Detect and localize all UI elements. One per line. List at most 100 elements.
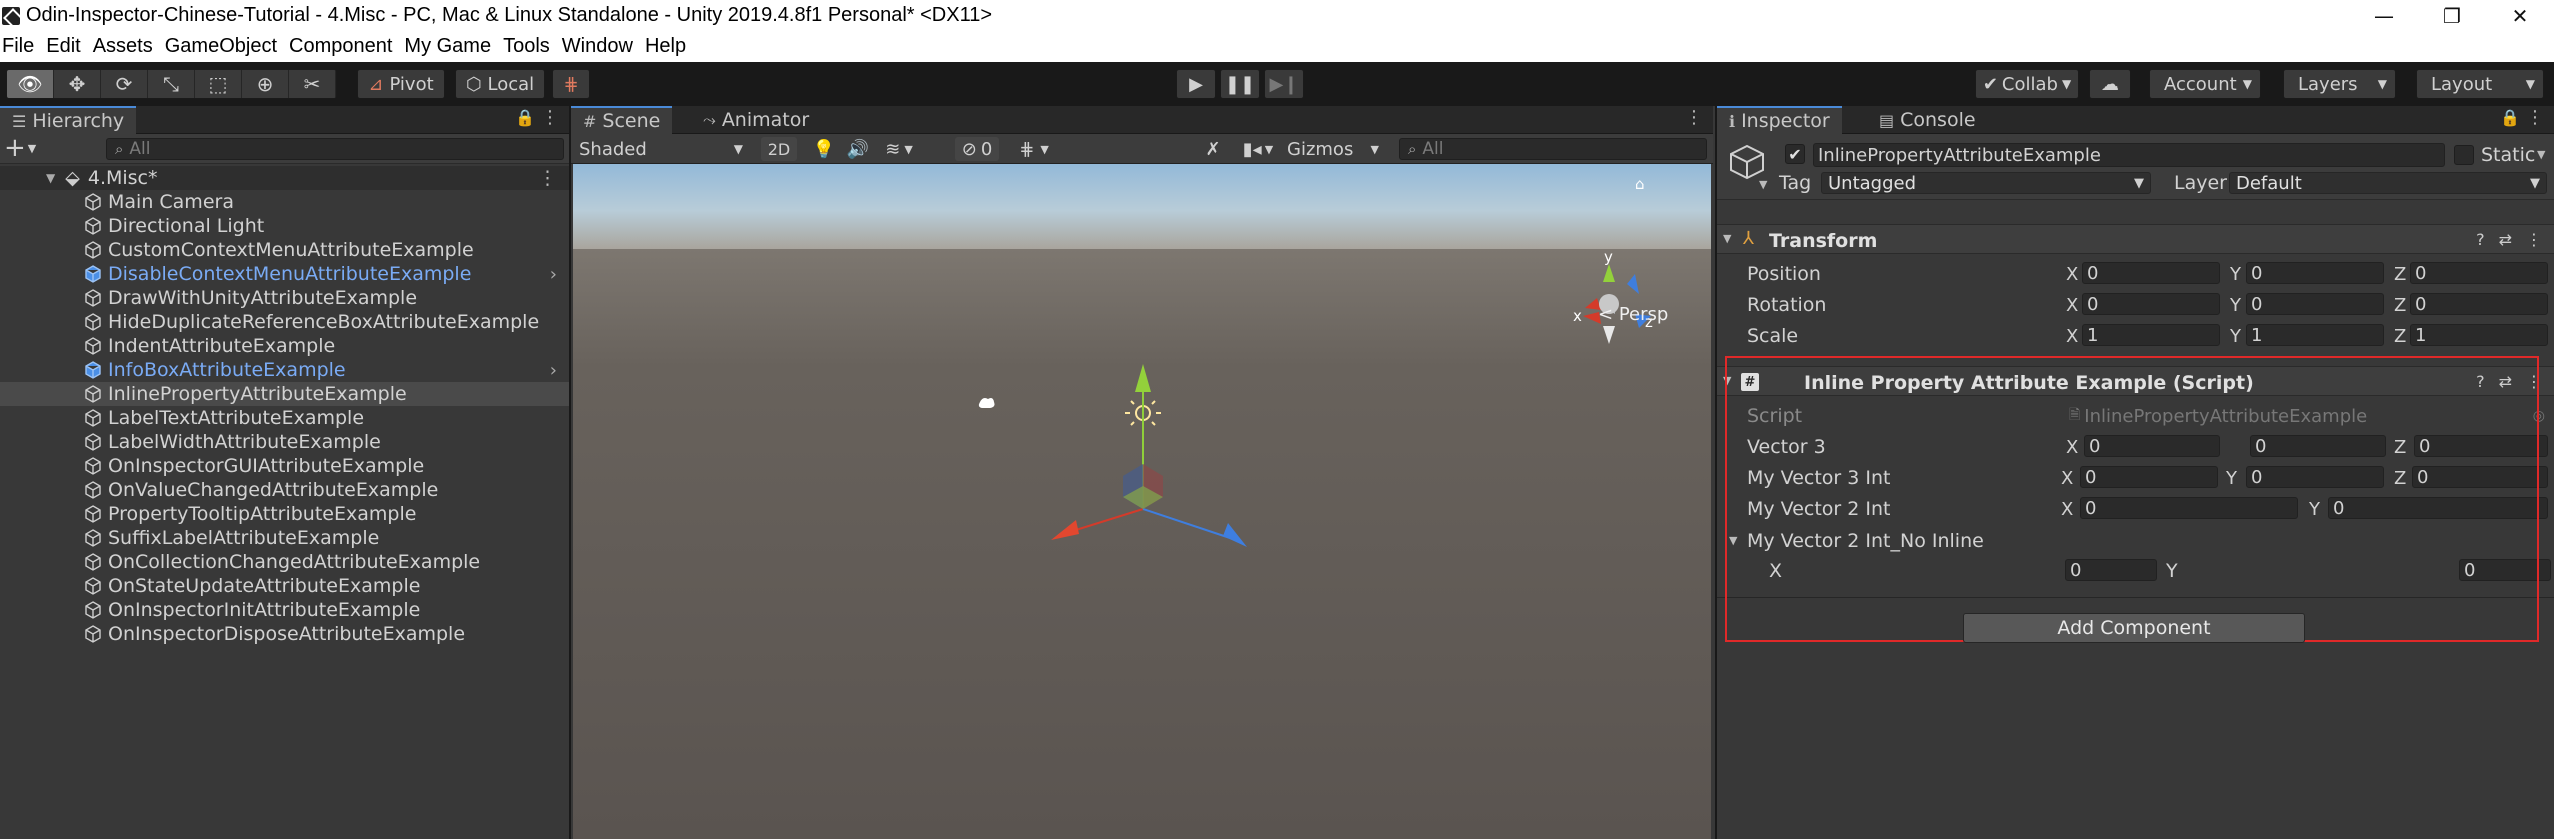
kebab-menu-icon[interactable]: ⋮: [2526, 230, 2542, 249]
hierarchy-item[interactable]: DrawWithUnityAttributeExample: [0, 286, 569, 310]
rect-tool-icon[interactable]: ⬚: [195, 70, 242, 98]
local-toggle-button[interactable]: ⬡ Local: [455, 69, 545, 99]
layers-dropdown[interactable]: Layers ▼: [2283, 69, 2396, 99]
kebab-menu-icon[interactable]: ⋮: [541, 107, 559, 128]
help-icon[interactable]: ?: [2476, 230, 2485, 249]
tab-scene[interactable]: # Scene: [571, 106, 673, 134]
hierarchy-search-input[interactable]: ⌕ All: [106, 138, 564, 160]
hierarchy-item[interactable]: OnInspectorGUIAttributeExample: [0, 454, 569, 478]
static-checkbox[interactable]: [2454, 145, 2474, 165]
rotation-label[interactable]: Rotation: [1747, 294, 1826, 316]
hierarchy-item[interactable]: InfoBoxAttributeExample ›: [0, 358, 569, 382]
lock-icon[interactable]: 🔒: [2500, 108, 2520, 127]
hierarchy-item[interactable]: LabelWidthAttributeExample: [0, 430, 569, 454]
menu-window[interactable]: Window: [556, 35, 639, 58]
close-icon[interactable]: ✕: [2486, 0, 2554, 31]
scale-x-field[interactable]: 1: [2082, 324, 2220, 346]
gameobject-cube-icon[interactable]: [1727, 142, 1767, 182]
menu-tools[interactable]: Tools: [497, 35, 556, 58]
add-button[interactable]: + ▼: [4, 133, 36, 163]
hierarchy-item[interactable]: OnCollectionChangedAttributeExample: [0, 550, 569, 574]
scene-row[interactable]: ▼ ⬙ 4.Misc* ⋮: [0, 166, 569, 190]
persp-label-button[interactable]: < Persp: [1598, 304, 1668, 325]
grid-dropdown[interactable]: ⋕ ▼: [1006, 137, 1062, 161]
hierarchy-item[interactable]: PropertyTooltipAttributeExample: [0, 502, 569, 526]
menu-my-game[interactable]: My Game: [398, 35, 497, 58]
cloud-button[interactable]: ☁: [2089, 69, 2131, 99]
scale-tool-icon[interactable]: ⤡: [148, 70, 195, 98]
hierarchy-item[interactable]: OnValueChangedAttributeExample: [0, 478, 569, 502]
add-component-button[interactable]: Add Component: [1963, 613, 2305, 643]
gameobject-name-field[interactable]: InlinePropertyAttributeExample: [1813, 143, 2445, 167]
hierarchy-item[interactable]: HideDuplicateReferenceBoxAttributeExampl…: [0, 310, 569, 334]
scene-viewport[interactable]: y x z ⌂ < Persp: [573, 164, 1711, 839]
hierarchy-item[interactable]: Directional Light: [0, 214, 569, 238]
rotation-z-field[interactable]: 0: [2410, 293, 2548, 315]
gizmos-dropdown[interactable]: Gizmos ▼: [1287, 137, 1383, 161]
collab-dropdown[interactable]: ✔ Collab ▼: [1975, 69, 2079, 99]
active-checkbox[interactable]: ✔: [1785, 144, 1805, 164]
transform-tool-icon[interactable]: ⊕: [242, 70, 289, 98]
hierarchy-item[interactable]: DisableContextMenuAttributeExample ›: [0, 262, 569, 286]
tab-inspector[interactable]: ℹ Inspector: [1717, 106, 1842, 134]
effects-dropdown[interactable]: ≋ ▼: [877, 137, 921, 161]
layout-dropdown[interactable]: Layout ▼: [2416, 69, 2544, 99]
move-tool-icon[interactable]: ✥: [54, 70, 101, 98]
tools-toggle[interactable]: ✗: [1199, 137, 1227, 161]
scale-y-field[interactable]: 1: [2246, 324, 2384, 346]
pause-button[interactable]: ❚❚: [1220, 69, 1260, 99]
play-button[interactable]: ▶: [1176, 69, 1216, 99]
step-button[interactable]: ▶❙: [1264, 69, 1304, 99]
scene-search-input[interactable]: ⌕ All: [1399, 138, 1707, 160]
chevron-down-icon[interactable]: ▼: [2537, 148, 2545, 161]
restore-icon[interactable]: ❐: [2418, 0, 2486, 31]
scale-z-field[interactable]: 1: [2410, 324, 2548, 346]
account-dropdown[interactable]: Account ▼: [2149, 69, 2261, 99]
menu-edit[interactable]: Edit: [40, 35, 86, 58]
pivot-toggle-button[interactable]: ⊿ Pivot: [357, 69, 445, 99]
kebab-menu-icon[interactable]: ⋮: [2526, 107, 2544, 128]
custom-tool-icon[interactable]: ✂: [289, 70, 336, 98]
mode-2d-toggle[interactable]: 2D: [761, 137, 797, 161]
hierarchy-item[interactable]: OnInspectorInitAttributeExample: [0, 598, 569, 622]
tag-dropdown[interactable]: Untagged ▼: [1821, 172, 2151, 194]
grid-snap-button[interactable]: ⋕: [552, 69, 590, 99]
chevron-right-icon[interactable]: ›: [550, 264, 557, 285]
chevron-down-icon[interactable]: ▼: [1759, 178, 1767, 191]
hierarchy-item[interactable]: InlinePropertyAttributeExample: [0, 382, 569, 406]
menu-assets[interactable]: Assets: [87, 35, 159, 58]
shading-mode-dropdown[interactable]: Shaded ▼: [579, 137, 749, 161]
preset-icon[interactable]: ⇄: [2499, 230, 2512, 249]
chevron-right-icon[interactable]: ›: [550, 360, 557, 381]
hierarchy-item[interactable]: CustomContextMenuAttributeExample: [0, 238, 569, 262]
position-y-field[interactable]: 0: [2246, 262, 2384, 284]
rotation-x-field[interactable]: 0: [2082, 293, 2220, 315]
hierarchy-item[interactable]: OnStateUpdateAttributeExample: [0, 574, 569, 598]
scale-label[interactable]: Scale: [1747, 325, 1798, 347]
tab-console[interactable]: ▤ Console: [1867, 106, 1988, 134]
menu-file[interactable]: File: [0, 35, 40, 58]
hidden-objects-toggle[interactable]: ⊘ 0: [955, 137, 999, 161]
position-z-field[interactable]: 0: [2410, 262, 2548, 284]
tab-animator[interactable]: ⤳ Animator: [691, 106, 821, 134]
tab-hierarchy[interactable]: ☰ Hierarchy: [0, 106, 137, 134]
kebab-menu-icon[interactable]: ⋮: [1685, 107, 1703, 128]
menu-gameobject[interactable]: GameObject: [159, 35, 283, 58]
view-tool-eye-icon[interactable]: 👁: [7, 70, 54, 98]
minimize-icon[interactable]: —: [2350, 0, 2418, 31]
menu-help[interactable]: Help: [639, 35, 692, 58]
hierarchy-item[interactable]: Main Camera: [0, 190, 569, 214]
lock-icon[interactable]: 🔒: [515, 108, 535, 127]
menu-component[interactable]: Component: [283, 35, 398, 58]
hierarchy-item[interactable]: IndentAttributeExample: [0, 334, 569, 358]
hierarchy-item[interactable]: OnInspectorDisposeAttributeExample: [0, 622, 569, 646]
camera-dropdown[interactable]: ▮◂ ▼: [1235, 137, 1281, 161]
audio-toggle[interactable]: 🔊: [843, 137, 873, 161]
lighting-toggle[interactable]: 💡: [809, 137, 839, 161]
position-label[interactable]: Position: [1747, 263, 1821, 285]
rotate-tool-icon[interactable]: ⟳: [101, 70, 148, 98]
hierarchy-item[interactable]: LabelTextAttributeExample: [0, 406, 569, 430]
rotation-y-field[interactable]: 0: [2246, 293, 2384, 315]
transform-header[interactable]: ▼ ⅄ Transform ? ⇄ ⋮: [1717, 224, 2554, 254]
kebab-menu-icon[interactable]: ⋮: [538, 167, 557, 189]
